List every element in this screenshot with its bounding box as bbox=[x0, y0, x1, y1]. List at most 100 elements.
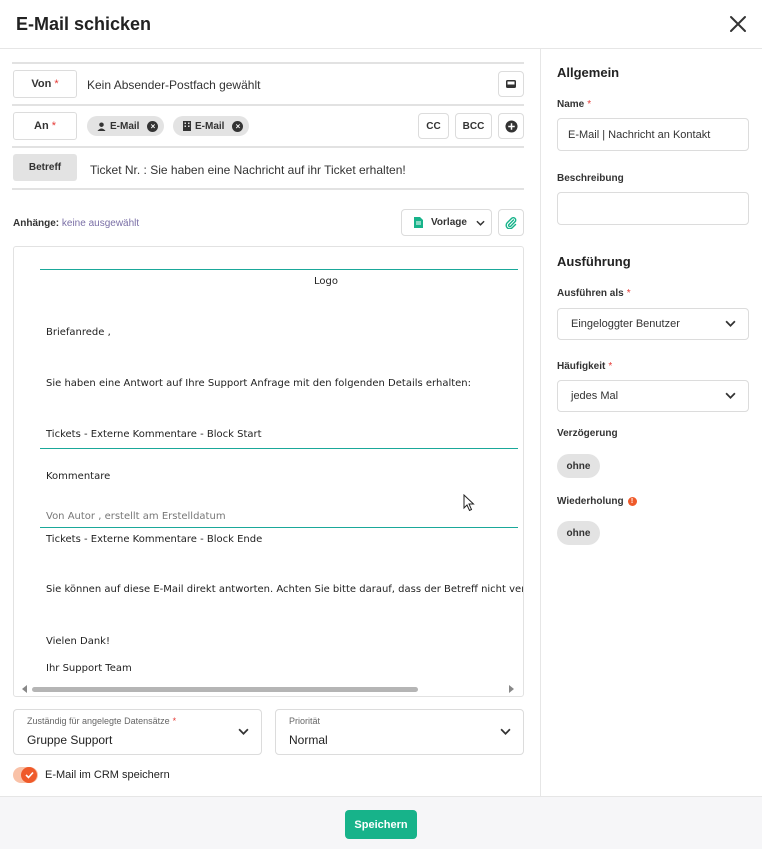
close-icon[interactable] bbox=[726, 12, 750, 36]
execution-heading: Ausführung bbox=[557, 254, 631, 269]
attachments-label-text: Anhänge: bbox=[13, 218, 60, 229]
responsible-label-text: Zuständig für angelegte Datensätze bbox=[27, 716, 170, 726]
run-as-select[interactable]: Eingeloggter Benutzer bbox=[557, 308, 749, 340]
repeat-label: Wiederholung! bbox=[557, 496, 637, 507]
repeat-pill[interactable]: ohne bbox=[557, 521, 600, 545]
priority-label: Priorität bbox=[289, 716, 321, 726]
recipient-chip[interactable]: E-Mail × bbox=[87, 116, 165, 136]
dialog-header: E-Mail schicken bbox=[0, 0, 762, 49]
chevron-down-icon bbox=[476, 220, 485, 226]
general-heading: Allgemein bbox=[557, 65, 620, 80]
priority-select[interactable]: Priorität Normal bbox=[275, 709, 524, 755]
body-reply-note: Sie können auf diese E-Mail direkt antwo… bbox=[46, 584, 524, 595]
required-marker: * bbox=[608, 361, 613, 372]
save-button[interactable]: Speichern bbox=[345, 810, 417, 839]
inbox-icon bbox=[506, 80, 516, 88]
from-label-text: Von bbox=[31, 78, 52, 90]
chevron-down-icon bbox=[725, 320, 736, 327]
logo-placeholder: Logo bbox=[314, 276, 338, 287]
block-end: Tickets - Externe Kommentare - Block End… bbox=[46, 534, 263, 545]
cc-button[interactable]: CC bbox=[418, 113, 449, 139]
required-marker: * bbox=[587, 99, 592, 110]
save-in-crm-label: E-Mail im CRM speichern bbox=[45, 769, 170, 781]
repeat-label-text: Wiederholung bbox=[557, 496, 624, 507]
frequency-label-text: Häufigkeit bbox=[557, 361, 606, 372]
from-value[interactable]: Kein Absender-Postfach gewählt bbox=[87, 78, 260, 92]
remove-chip-icon[interactable]: × bbox=[232, 120, 244, 132]
divider bbox=[12, 146, 524, 148]
divider bbox=[12, 104, 524, 106]
scroll-right-icon[interactable] bbox=[509, 685, 515, 693]
check-icon bbox=[24, 771, 34, 779]
required-marker: * bbox=[172, 716, 177, 726]
toggle-knob bbox=[21, 767, 37, 783]
description-input[interactable] bbox=[557, 192, 749, 225]
responsible-select[interactable]: Zuständig für angelegte Datensätze * Grup… bbox=[13, 709, 262, 755]
person-icon bbox=[97, 121, 106, 131]
divider bbox=[12, 62, 524, 64]
email-body-editor[interactable]: Logo Briefanrede , Sie haben eine Antwor… bbox=[13, 246, 524, 697]
to-label-text: An bbox=[34, 120, 49, 132]
settings-panel bbox=[540, 49, 762, 796]
body-author-line: Von Autor , erstellt am Erstelldatum bbox=[46, 511, 226, 522]
scrollbar-thumb[interactable] bbox=[32, 687, 418, 692]
chip-label: E-Mail bbox=[195, 120, 225, 132]
body-comments: Kommentare bbox=[46, 471, 111, 482]
chevron-down-icon bbox=[500, 728, 511, 735]
body-salutation: Briefanrede , bbox=[46, 327, 111, 338]
run-as-label-text: Ausführen als bbox=[557, 288, 624, 299]
info-icon[interactable]: ! bbox=[627, 496, 637, 506]
name-label-text: Name bbox=[557, 99, 585, 110]
delay-pill[interactable]: ohne bbox=[557, 454, 600, 478]
run-as-label: Ausführen als * bbox=[557, 288, 631, 299]
building-icon bbox=[183, 121, 191, 131]
chevron-down-icon bbox=[725, 392, 736, 399]
required-marker: * bbox=[54, 78, 59, 90]
subject-label: Betreff bbox=[13, 154, 77, 181]
plus-circle-icon bbox=[504, 119, 518, 133]
document-icon bbox=[414, 217, 423, 228]
horizontal-scrollbar[interactable] bbox=[14, 681, 523, 696]
divider bbox=[40, 269, 518, 270]
body-signature: Ihr Support Team bbox=[46, 663, 132, 674]
subject-input[interactable]: Ticket Nr. : Sie haben eine Nachricht au… bbox=[90, 163, 406, 177]
frequency-value: jedes Mal bbox=[571, 390, 619, 402]
dialog-title: E-Mail schicken bbox=[16, 14, 152, 34]
to-label: An * bbox=[13, 112, 77, 140]
mailbox-button[interactable] bbox=[498, 71, 524, 97]
attachments-value: keine ausgewählt bbox=[61, 218, 140, 229]
required-marker: * bbox=[51, 120, 56, 132]
chip-label: E-Mail bbox=[110, 120, 140, 132]
required-marker: * bbox=[626, 288, 631, 299]
frequency-select[interactable]: jedes Mal bbox=[557, 380, 749, 412]
from-label: Von * bbox=[13, 70, 77, 98]
body-intro: Sie haben eine Antwort auf Ihre Support … bbox=[46, 378, 472, 389]
responsible-value: Gruppe Support bbox=[27, 733, 113, 747]
attach-file-button[interactable] bbox=[498, 209, 524, 236]
save-in-crm-toggle[interactable] bbox=[13, 767, 38, 783]
frequency-label: Häufigkeit * bbox=[557, 361, 612, 372]
attachments-label: Anhänge: keine ausgewählt bbox=[13, 218, 139, 229]
body-thanks: Vielen Dank! bbox=[46, 636, 110, 647]
recipient-chip[interactable]: E-Mail × bbox=[173, 116, 250, 136]
priority-value: Normal bbox=[289, 733, 328, 747]
remove-chip-icon[interactable]: × bbox=[147, 120, 159, 132]
run-as-value: Eingeloggter Benutzer bbox=[571, 318, 680, 330]
template-dropdown[interactable]: Vorlage bbox=[401, 209, 492, 236]
chevron-down-icon bbox=[238, 728, 249, 735]
divider bbox=[40, 527, 518, 528]
bcc-button[interactable]: BCC bbox=[455, 113, 492, 139]
description-label: Beschreibung bbox=[557, 173, 624, 184]
mouse-cursor-icon bbox=[463, 494, 475, 512]
block-start: Tickets - Externe Kommentare - Block Sta… bbox=[46, 429, 262, 440]
delay-label: Verzögerung bbox=[557, 428, 618, 439]
divider bbox=[12, 188, 524, 190]
divider bbox=[40, 448, 518, 449]
name-label: Name * bbox=[557, 99, 591, 110]
responsible-label: Zuständig für angelegte Datensätze * bbox=[27, 716, 176, 726]
name-input[interactable]: E-Mail | Nachricht an Kontakt bbox=[557, 118, 749, 151]
scroll-left-icon[interactable] bbox=[22, 685, 28, 693]
paperclip-icon bbox=[505, 216, 517, 229]
template-label: Vorlage bbox=[431, 217, 467, 228]
add-recipient-button[interactable] bbox=[498, 113, 524, 139]
